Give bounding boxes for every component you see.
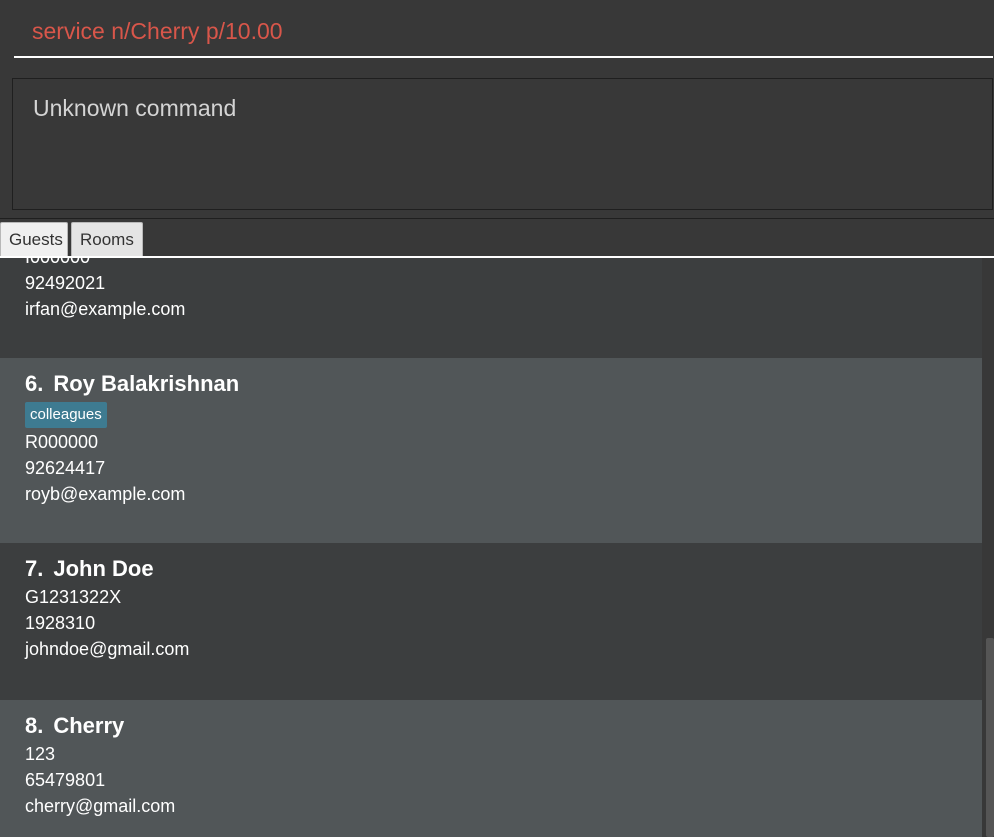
guest-name-row: 6. Roy Balakrishnan (25, 369, 982, 399)
guest-email: royb@example.com (25, 484, 186, 504)
guest-name-row: 7. John Doe (25, 554, 982, 584)
scrollbar-thumb[interactable] (986, 638, 994, 837)
guest-name: Roy Balakrishnan (53, 371, 240, 396)
tab-rooms[interactable]: Rooms (71, 222, 143, 256)
result-display: Unknown command (12, 78, 993, 210)
guest-id: R000000 (25, 432, 99, 452)
command-box-area: service n/Cherry p/10.00 (0, 0, 994, 72)
guest-name-row: 8. Cherry (25, 711, 982, 741)
tab-guests[interactable]: Guests (0, 222, 68, 256)
guest-id: I000000 (25, 258, 982, 270)
tag-row: colleagues (25, 399, 982, 429)
list-item[interactable]: 6. Roy Balakrishnan colleagues R000000 92… (0, 358, 982, 543)
guest-index: 6. (25, 371, 44, 396)
guest-phone: 92624417 (25, 458, 106, 478)
list-item[interactable]: I000000 92492021 irfan@example.com (0, 258, 982, 358)
guest-email: johndoe@gmail.com (25, 639, 190, 659)
guest-email: cherry@gmail.com (25, 796, 176, 816)
result-text: Unknown command (33, 95, 237, 121)
guest-phone: 92492021 (25, 273, 106, 293)
guest-email: irfan@example.com (25, 299, 186, 319)
guest-index: 7. (25, 556, 44, 581)
list-item[interactable]: 7. John Doe G1231322X 1928310 johndoe@gma… (0, 543, 982, 700)
tab-header (0, 218, 994, 258)
guest-name: John Doe (53, 556, 154, 581)
guest-phone: 1928310 (25, 613, 96, 633)
guest-name: Cherry (53, 713, 125, 738)
tag-badge: colleagues (25, 402, 107, 428)
guest-phone: 65479801 (25, 770, 106, 790)
guest-index: 8. (25, 713, 44, 738)
guest-list[interactable]: I000000 92492021 irfan@example.com 6. Roy… (0, 258, 982, 837)
command-input[interactable]: service n/Cherry p/10.00 (14, 0, 993, 58)
guest-id: G1231322X (25, 587, 122, 607)
list-item[interactable]: 8. Cherry 123 65479801 cherry@gmail.com (0, 700, 982, 837)
guest-id: 123 (25, 744, 56, 764)
